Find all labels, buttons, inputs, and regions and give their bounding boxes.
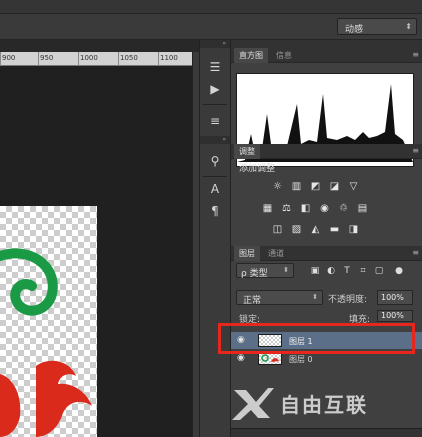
strip-divider xyxy=(203,104,227,105)
filter-toggle-icon[interactable]: ● xyxy=(393,265,405,277)
strip-divider xyxy=(203,176,227,177)
tab-adjustments[interactable]: 调整 xyxy=(234,144,260,159)
exposure-icon[interactable]: ◪ xyxy=(328,181,341,192)
clone-source-icon[interactable]: ⚲ xyxy=(204,152,226,170)
tab-histogram[interactable]: 直方图 xyxy=(234,48,268,63)
levels-icon[interactable]: ▥ xyxy=(290,181,303,192)
layer-thumbnail-art xyxy=(261,354,279,362)
invert-icon[interactable]: ◫ xyxy=(271,224,284,235)
ruler-tick-line xyxy=(0,52,1,66)
strip-header[interactable]: » xyxy=(200,40,230,48)
watermark-x-icon xyxy=(232,388,274,420)
posterize-icon[interactable]: ▨ xyxy=(290,224,303,235)
play-icon[interactable]: ▶ xyxy=(204,80,226,98)
ruler-tick-line xyxy=(158,52,159,66)
ruler-tick-line xyxy=(78,52,79,66)
ruler-tick: 1000 xyxy=(80,54,98,62)
panel-dock: 直方图 信息 ≡ 调整 ≡ 添加调整 ☼ ▥ ◩ ◪ ▽ ▦ ⚖ ◧ ◉ ♲ ▤… xyxy=(231,40,422,437)
layer-filter-kind-select[interactable]: ρ 类型 ⬍ xyxy=(236,263,294,279)
adjustments-tabs: 调整 ≡ xyxy=(231,144,422,159)
channel-mixer-icon[interactable]: ♲ xyxy=(337,203,350,214)
smart-object-filter-icon[interactable]: ▢ xyxy=(373,265,385,277)
opacity-field[interactable]: 100% xyxy=(377,290,413,305)
threshold-icon[interactable]: ◭ xyxy=(309,224,322,235)
ruler-tick-line xyxy=(118,52,119,66)
highlight-annotation-box xyxy=(218,323,415,354)
panel-menu-icon[interactable]: ≡ xyxy=(412,248,419,257)
opacity-label: 不透明度: xyxy=(328,295,368,305)
shape-filter-icon[interactable]: ⌗ xyxy=(357,265,369,277)
add-adjustment-label: 添加调整 xyxy=(239,164,276,174)
layer-filter-kind-value: ρ 类型 xyxy=(241,269,268,279)
black-white-icon[interactable]: ◧ xyxy=(299,203,312,214)
opacity-value: 100% xyxy=(381,293,404,302)
tab-channels[interactable]: 通道 xyxy=(263,246,289,261)
type-filter-icon[interactable]: T xyxy=(341,265,353,277)
panel-menu-icon[interactable]: ≡ xyxy=(412,146,419,155)
panel-bottom-toolbar xyxy=(231,428,422,437)
strip-header[interactable]: » xyxy=(200,136,230,144)
blend-mode-value: 正常 xyxy=(243,296,262,306)
fill-field[interactable]: 100% xyxy=(377,310,413,322)
visibility-eye-icon[interactable]: ◉ xyxy=(237,353,247,363)
chevron-updown-icon: ⬍ xyxy=(405,22,412,31)
selective-color-icon[interactable]: ◨ xyxy=(347,224,360,235)
ruler-tick: 950 xyxy=(40,54,54,62)
vertical-scrollbar[interactable] xyxy=(192,52,199,437)
ruler-tick: 1050 xyxy=(120,54,138,62)
watermark-text: 自由互联 xyxy=(280,393,368,417)
tab-info[interactable]: 信息 xyxy=(271,48,297,63)
color-lookup-icon[interactable]: ▤ xyxy=(356,203,369,214)
paragraph-icon[interactable]: ¶ xyxy=(204,202,226,220)
curves-icon[interactable]: ◩ xyxy=(309,181,322,192)
brush-settings-icon[interactable]: ≡ xyxy=(204,112,226,130)
blend-mode-select[interactable]: 正常 ⬍ xyxy=(236,290,323,306)
transparent-image-layer[interactable] xyxy=(0,206,97,437)
chevron-updown-icon: ⬍ xyxy=(312,293,318,301)
horizontal-ruler: 900 950 1000 1050 1100 xyxy=(0,52,192,66)
color-balance-icon[interactable]: ⚖ xyxy=(280,203,293,214)
panel-menu-icon[interactable]: ≡ xyxy=(412,50,419,59)
ruler-tick: 900 xyxy=(2,54,16,62)
workspace-value: 动感 xyxy=(345,25,364,35)
tab-layers[interactable]: 图层 xyxy=(234,246,260,261)
green-red-swirl-artwork xyxy=(0,248,92,437)
layer-name[interactable]: 图层 0 xyxy=(289,354,313,365)
character-icon[interactable]: A xyxy=(204,180,226,198)
fill-value: 100% xyxy=(381,311,404,320)
workspace-select[interactable]: 动感 ⬍ xyxy=(337,18,417,35)
ruler-tick-line xyxy=(38,52,39,66)
gradient-map-icon[interactable]: ▬ xyxy=(328,224,341,235)
vibrance-icon[interactable]: ▽ xyxy=(347,181,360,192)
collapsed-panel-strip: » ☰ ▶ ≡ » ⚲ A ¶ xyxy=(199,40,231,437)
adjustment-filter-icon[interactable]: ◐ xyxy=(325,265,337,277)
chevron-updown-icon: ⬍ xyxy=(283,266,289,274)
watermark-logo: 自由互联 xyxy=(226,386,416,420)
app-menu-bar xyxy=(0,0,422,14)
ruler-tick: 1100 xyxy=(160,54,178,62)
pixel-filter-icon[interactable]: ▣ xyxy=(309,265,321,277)
brightness-icon[interactable]: ☼ xyxy=(271,181,284,192)
layers-tabs: 图层 通道 ≡ xyxy=(231,246,422,261)
histogram-tabs: 直方图 信息 ≡ xyxy=(231,48,422,63)
hue-saturation-icon[interactable]: ▦ xyxy=(261,203,274,214)
photo-filter-icon[interactable]: ◉ xyxy=(318,203,331,214)
sliders-icon[interactable]: ☰ xyxy=(204,58,226,76)
